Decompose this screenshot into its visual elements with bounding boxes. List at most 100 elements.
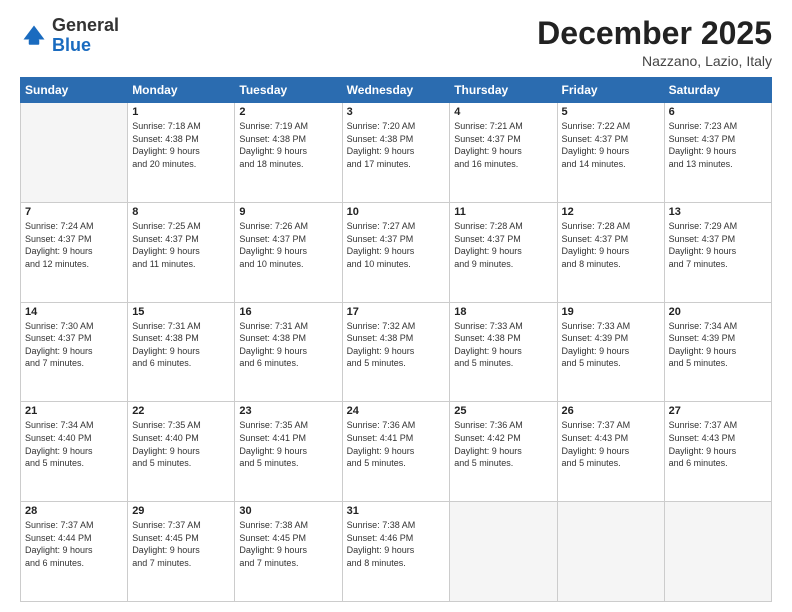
calendar-cell: 16Sunrise: 7:31 AM Sunset: 4:38 PM Dayli…	[235, 302, 342, 402]
day-number: 21	[25, 405, 123, 417]
calendar-cell: 2 Sunrise: 7:19 AM Sunset: 4:38 PM Daylig…	[235, 103, 342, 203]
calendar-cell: 25Sunrise: 7:36 AM Sunset: 4:42 PM Dayli…	[450, 402, 557, 502]
day-info: Sunrise: 7:32 AM Sunset: 4:38 PM Dayligh…	[347, 320, 446, 370]
day-info: Sunrise: 7:22 AM Sunset: 4:37 PM Dayligh…	[562, 120, 660, 170]
day-info: Sunrise: 7:33 AM Sunset: 4:39 PM Dayligh…	[562, 320, 660, 370]
day-info: Sunrise: 7:20 AM Sunset: 4:38 PM Dayligh…	[347, 120, 446, 170]
day-number: 11	[454, 206, 552, 218]
calendar-cell: 21 Sunrise: 7:34 AM Sunset: 4:40 PM Dayli…	[21, 402, 128, 502]
day-number: 29	[132, 505, 230, 517]
day-number: 14	[25, 306, 123, 318]
day-info: Sunrise: 7:37 AM Sunset: 4:43 PM Dayligh…	[669, 419, 767, 469]
day-info: Sunrise: 7:31 AM Sunset: 4:38 PM Dayligh…	[239, 320, 337, 370]
day-number: 12	[562, 206, 660, 218]
day-number: 30	[239, 505, 337, 517]
header: General Blue December 2025 Nazzano, Lazi…	[20, 16, 772, 69]
calendar-cell	[21, 103, 128, 203]
day-number: 22	[132, 405, 230, 417]
month-title: December 2025	[537, 16, 772, 51]
day-info: Sunrise: 7:36 AM Sunset: 4:41 PM Dayligh…	[347, 419, 446, 469]
day-info: Sunrise: 7:28 AM Sunset: 4:37 PM Dayligh…	[562, 220, 660, 270]
calendar-table: SundayMondayTuesdayWednesdayThursdayFrid…	[20, 77, 772, 602]
day-number: 19	[562, 306, 660, 318]
day-info: Sunrise: 7:25 AM Sunset: 4:37 PM Dayligh…	[132, 220, 230, 270]
calendar-header-thursday: Thursday	[450, 78, 557, 103]
day-number: 24	[347, 405, 446, 417]
day-info: Sunrise: 7:29 AM Sunset: 4:37 PM Dayligh…	[669, 220, 767, 270]
calendar-cell: 23 Sunrise: 7:35 AM Sunset: 4:41 PM Dayli…	[235, 402, 342, 502]
calendar-week-1: 7 Sunrise: 7:24 AM Sunset: 4:37 PM Daylig…	[21, 202, 772, 302]
logo-icon	[20, 22, 48, 50]
day-info: Sunrise: 7:38 AM Sunset: 4:46 PM Dayligh…	[347, 519, 446, 569]
calendar-cell: 30Sunrise: 7:38 AM Sunset: 4:45 PM Dayli…	[235, 502, 342, 602]
page: General Blue December 2025 Nazzano, Lazi…	[0, 0, 792, 612]
location: Nazzano, Lazio, Italy	[537, 53, 772, 69]
day-number: 18	[454, 306, 552, 318]
day-number: 6	[669, 106, 767, 118]
day-number: 17	[347, 306, 446, 318]
calendar-cell: 29Sunrise: 7:37 AM Sunset: 4:45 PM Dayli…	[128, 502, 235, 602]
calendar-cell: 22 Sunrise: 7:35 AM Sunset: 4:40 PM Dayli…	[128, 402, 235, 502]
calendar-week-2: 14Sunrise: 7:30 AM Sunset: 4:37 PM Dayli…	[21, 302, 772, 402]
day-number: 25	[454, 405, 552, 417]
calendar-cell: 14Sunrise: 7:30 AM Sunset: 4:37 PM Dayli…	[21, 302, 128, 402]
calendar-header-sunday: Sunday	[21, 78, 128, 103]
day-number: 28	[25, 505, 123, 517]
calendar-cell: 15 Sunrise: 7:31 AM Sunset: 4:38 PM Dayli…	[128, 302, 235, 402]
calendar-cell: 20 Sunrise: 7:34 AM Sunset: 4:39 PM Dayli…	[664, 302, 771, 402]
calendar-cell: 10 Sunrise: 7:27 AM Sunset: 4:37 PM Dayli…	[342, 202, 450, 302]
day-info: Sunrise: 7:24 AM Sunset: 4:37 PM Dayligh…	[25, 220, 123, 270]
day-info: Sunrise: 7:28 AM Sunset: 4:37 PM Dayligh…	[454, 220, 552, 270]
day-info: Sunrise: 7:19 AM Sunset: 4:38 PM Dayligh…	[239, 120, 337, 170]
logo-blue-text: Blue	[52, 35, 91, 55]
calendar-cell	[664, 502, 771, 602]
calendar-header-wednesday: Wednesday	[342, 78, 450, 103]
day-number: 26	[562, 405, 660, 417]
calendar-cell: 8 Sunrise: 7:25 AM Sunset: 4:37 PM Daylig…	[128, 202, 235, 302]
day-info: Sunrise: 7:27 AM Sunset: 4:37 PM Dayligh…	[347, 220, 446, 270]
calendar-header-row: SundayMondayTuesdayWednesdayThursdayFrid…	[21, 78, 772, 103]
day-info: Sunrise: 7:21 AM Sunset: 4:37 PM Dayligh…	[454, 120, 552, 170]
day-info: Sunrise: 7:35 AM Sunset: 4:40 PM Dayligh…	[132, 419, 230, 469]
calendar-cell: 12 Sunrise: 7:28 AM Sunset: 4:37 PM Dayli…	[557, 202, 664, 302]
calendar-cell: 6 Sunrise: 7:23 AM Sunset: 4:37 PM Daylig…	[664, 103, 771, 203]
logo: General Blue	[20, 16, 119, 56]
calendar-cell: 7 Sunrise: 7:24 AM Sunset: 4:37 PM Daylig…	[21, 202, 128, 302]
day-info: Sunrise: 7:37 AM Sunset: 4:44 PM Dayligh…	[25, 519, 123, 569]
calendar-cell: 28 Sunrise: 7:37 AM Sunset: 4:44 PM Dayli…	[21, 502, 128, 602]
day-info: Sunrise: 7:35 AM Sunset: 4:41 PM Dayligh…	[239, 419, 337, 469]
day-number: 15	[132, 306, 230, 318]
calendar-week-0: 1Sunrise: 7:18 AM Sunset: 4:38 PM Daylig…	[21, 103, 772, 203]
day-number: 4	[454, 106, 552, 118]
day-number: 8	[132, 206, 230, 218]
calendar-cell: 3 Sunrise: 7:20 AM Sunset: 4:38 PM Daylig…	[342, 103, 450, 203]
day-number: 7	[25, 206, 123, 218]
day-number: 27	[669, 405, 767, 417]
day-info: Sunrise: 7:26 AM Sunset: 4:37 PM Dayligh…	[239, 220, 337, 270]
calendar-cell: 19 Sunrise: 7:33 AM Sunset: 4:39 PM Dayli…	[557, 302, 664, 402]
day-info: Sunrise: 7:18 AM Sunset: 4:38 PM Dayligh…	[132, 120, 230, 170]
day-number: 23	[239, 405, 337, 417]
day-info: Sunrise: 7:23 AM Sunset: 4:37 PM Dayligh…	[669, 120, 767, 170]
day-number: 2	[239, 106, 337, 118]
calendar-cell: 9Sunrise: 7:26 AM Sunset: 4:37 PM Daylig…	[235, 202, 342, 302]
calendar-cell: 13 Sunrise: 7:29 AM Sunset: 4:37 PM Dayli…	[664, 202, 771, 302]
calendar-cell: 4 Sunrise: 7:21 AM Sunset: 4:37 PM Daylig…	[450, 103, 557, 203]
day-info: Sunrise: 7:34 AM Sunset: 4:40 PM Dayligh…	[25, 419, 123, 469]
calendar-week-3: 21 Sunrise: 7:34 AM Sunset: 4:40 PM Dayli…	[21, 402, 772, 502]
calendar-cell: 5 Sunrise: 7:22 AM Sunset: 4:37 PM Daylig…	[557, 103, 664, 203]
day-info: Sunrise: 7:31 AM Sunset: 4:38 PM Dayligh…	[132, 320, 230, 370]
day-number: 10	[347, 206, 446, 218]
day-info: Sunrise: 7:34 AM Sunset: 4:39 PM Dayligh…	[669, 320, 767, 370]
day-info: Sunrise: 7:37 AM Sunset: 4:43 PM Dayligh…	[562, 419, 660, 469]
day-number: 3	[347, 106, 446, 118]
day-info: Sunrise: 7:33 AM Sunset: 4:38 PM Dayligh…	[454, 320, 552, 370]
calendar-cell: 24 Sunrise: 7:36 AM Sunset: 4:41 PM Dayli…	[342, 402, 450, 502]
calendar-cell: 18 Sunrise: 7:33 AM Sunset: 4:38 PM Dayli…	[450, 302, 557, 402]
calendar-cell: 27 Sunrise: 7:37 AM Sunset: 4:43 PM Dayli…	[664, 402, 771, 502]
calendar-cell	[450, 502, 557, 602]
day-number: 5	[562, 106, 660, 118]
day-number: 13	[669, 206, 767, 218]
calendar-header-monday: Monday	[128, 78, 235, 103]
day-number: 20	[669, 306, 767, 318]
